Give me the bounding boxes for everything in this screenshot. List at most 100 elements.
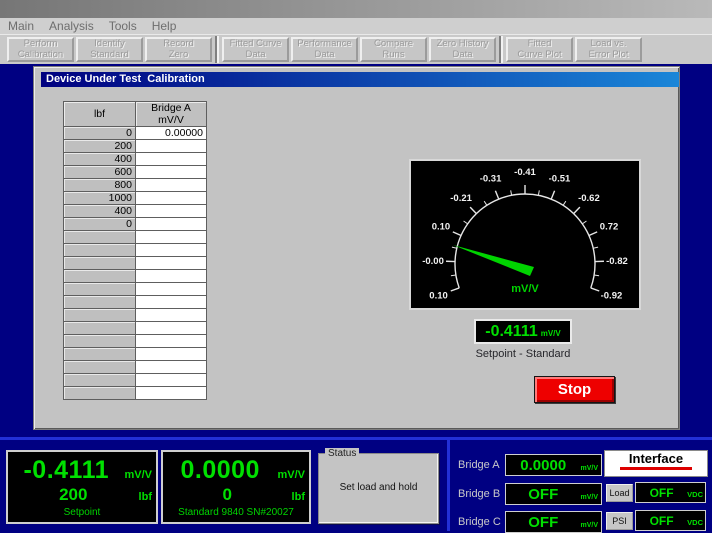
gauge-scale-label: 0.10	[429, 290, 448, 301]
gauge-scale-label: -0.62	[578, 193, 600, 204]
bridge-value-cell[interactable]	[136, 348, 207, 361]
table-row	[64, 361, 207, 374]
bridge-value-cell[interactable]	[136, 140, 207, 153]
gauge-major-tick	[591, 288, 599, 291]
compare-runs-button[interactable]: Compare Runs	[360, 37, 427, 62]
setpoint-load: 200	[8, 485, 139, 505]
bottom-panel-divider-horizontal	[0, 437, 712, 440]
standard-caption: Standard 9840 SN#20027	[163, 507, 309, 518]
table-row	[64, 231, 207, 244]
panel-title: Device Under Test Calibration	[41, 72, 679, 87]
bridge-value-cell[interactable]	[136, 257, 207, 270]
gauge-major-tick	[589, 232, 597, 236]
standard-load-unit: lbf	[292, 491, 309, 503]
calibration-table: lbf Bridge A mV/V 00.0000020040060080010…	[63, 101, 207, 400]
load-cell: 0	[64, 127, 136, 140]
toolbar: Perform Calibration Identify Standard Re…	[0, 35, 712, 64]
table-row: 600	[64, 166, 207, 179]
column-header-bridge-a: Bridge A mV/V	[136, 102, 207, 127]
record-zero-button[interactable]: Record Zero	[145, 37, 212, 62]
bridge-a-value: 0.0000	[506, 457, 580, 474]
gauge-minor-tick	[511, 190, 512, 195]
identify-standard-button[interactable]: Identify Standard	[76, 37, 143, 62]
load-button[interactable]: Load	[606, 484, 633, 502]
gauge-major-tick	[495, 191, 498, 199]
interface-button[interactable]: Interface	[604, 450, 708, 477]
bridge-c-unit: mV/V	[580, 516, 601, 529]
bridge-c-display: OFF mV/V	[505, 511, 602, 533]
setpoint-caption: Setpoint	[8, 507, 156, 518]
performance-data-button[interactable]: Performance Data	[291, 37, 358, 62]
load-vs-error-plot-button[interactable]: Load vs. Error Plot	[575, 37, 642, 62]
gauge-minor-tick	[538, 190, 539, 195]
bridge-value-cell[interactable]	[136, 283, 207, 296]
bridge-value-cell[interactable]	[136, 153, 207, 166]
table-row	[64, 374, 207, 387]
load-display: OFF VDC	[635, 482, 706, 503]
bridge-value-cell[interactable]	[136, 218, 207, 231]
bridge-value-cell[interactable]	[136, 231, 207, 244]
stop-button[interactable]: Stop	[534, 376, 615, 403]
bridge-value-cell[interactable]	[136, 179, 207, 192]
table-row: 1000	[64, 192, 207, 205]
load-cell: 400	[64, 153, 136, 166]
table-row	[64, 244, 207, 257]
bridge-value-cell[interactable]	[136, 192, 207, 205]
gauge-major-tick	[451, 288, 459, 291]
toolbar-separator	[215, 36, 219, 63]
bridge-value-cell[interactable]	[136, 335, 207, 348]
perform-calibration-button[interactable]: Perform Calibration	[7, 37, 74, 62]
bridge-value-cell[interactable]	[136, 309, 207, 322]
bridge-value-cell[interactable]	[136, 270, 207, 283]
load-cell: 0	[64, 218, 136, 231]
gauge-readout: -0.4111 mV/V	[474, 319, 572, 344]
menu-bar: Main Analysis Tools Help	[0, 18, 712, 35]
menu-item-tools[interactable]: Tools	[109, 19, 137, 33]
psi-button[interactable]: PSI	[606, 512, 633, 530]
bottom-panel-divider-vertical	[447, 437, 450, 531]
table-row: 800	[64, 179, 207, 192]
load-cell	[64, 335, 136, 348]
bridge-c-value: OFF	[506, 514, 580, 531]
setpoint-load-unit: lbf	[139, 491, 156, 503]
load-cell	[64, 374, 136, 387]
psi-unit: VDC	[687, 514, 705, 527]
menu-item-help[interactable]: Help	[152, 19, 177, 33]
load-cell	[64, 348, 136, 361]
bridge-value-cell[interactable]	[136, 387, 207, 400]
zero-history-data-button[interactable]: Zero History Data	[429, 37, 496, 62]
bridge-value-cell[interactable]	[136, 166, 207, 179]
gauge-scale-label: -0.51	[549, 174, 571, 185]
load-cell: 400	[64, 205, 136, 218]
table-row	[64, 257, 207, 270]
menu-item-main[interactable]: Main	[8, 19, 34, 33]
calibration-table-body: 00.0000020040060080010004000	[64, 127, 207, 400]
bridge-value-cell[interactable]	[136, 322, 207, 335]
bridge-value-cell[interactable]	[136, 361, 207, 374]
gauge-major-tick	[470, 207, 476, 213]
bridge-b-label: Bridge B	[458, 488, 504, 500]
load-cell	[64, 387, 136, 400]
table-row: 200	[64, 140, 207, 153]
bridge-value-cell[interactable]	[136, 244, 207, 257]
load-cell	[64, 270, 136, 283]
load-cell	[64, 244, 136, 257]
table-row	[64, 387, 207, 400]
fitted-curve-plot-button[interactable]: Fitted Curve Plot	[506, 37, 573, 62]
gauge-readout-value: -0.4111	[485, 323, 538, 341]
fitted-curve-data-button[interactable]: Fitted Curve Data	[222, 37, 289, 62]
bridge-b-value: OFF	[506, 486, 580, 503]
bridge-a-display: 0.0000 mV/V	[505, 454, 602, 476]
bridge-value-cell[interactable]: 0.00000	[136, 127, 207, 140]
bridge-a-label: Bridge A	[458, 459, 504, 471]
bridge-value-cell[interactable]	[136, 374, 207, 387]
menu-item-analysis[interactable]: Analysis	[49, 19, 94, 33]
load-cell: 200	[64, 140, 136, 153]
bridge-value-cell[interactable]	[136, 205, 207, 218]
table-row: 400	[64, 153, 207, 166]
setpoint-display: -0.4111 mV/V 200 lbf Setpoint	[6, 450, 158, 524]
gauge-unit-label: mV/V	[511, 283, 539, 295]
bridge-value-cell[interactable]	[136, 296, 207, 309]
table-row	[64, 309, 207, 322]
gauge-scale-label: -0.82	[606, 256, 628, 267]
